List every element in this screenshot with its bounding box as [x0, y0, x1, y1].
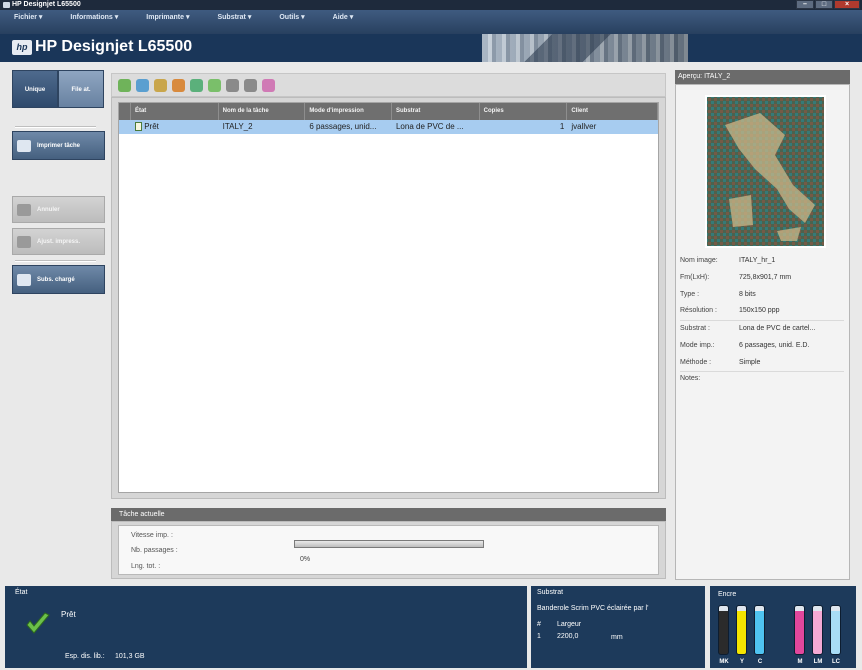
column-substrate[interactable]: Substrat [392, 103, 480, 120]
checkmark-icon [25, 611, 51, 637]
ink-label: C [757, 659, 763, 665]
ink-cartridge-mk [718, 605, 729, 655]
substrate-icon [17, 273, 31, 286]
job-table: État Nom de la tâche Mode d'impression S… [118, 102, 659, 493]
app-icon [3, 2, 10, 8]
settings-icon[interactable] [262, 78, 275, 92]
progress-bar [294, 540, 484, 548]
adjust-print-button[interactable]: Ajust. impress. [12, 228, 105, 255]
tab-unique[interactable]: Unique [12, 70, 58, 108]
ink-label: M [797, 659, 803, 665]
status-header: État [15, 589, 28, 596]
menu-informations[interactable]: Informations ▾ [70, 6, 118, 30]
users-icon[interactable] [172, 78, 185, 92]
menu-bar: Fichier ▾ Informations ▾ Imprimante ▾ Su… [0, 10, 862, 34]
column-state[interactable]: État [131, 103, 219, 120]
column-client[interactable]: Client [567, 103, 658, 120]
divider [15, 126, 96, 128]
table-row[interactable]: Prêt ITALY_2 6 passages, unid... Lona de… [119, 120, 658, 134]
free-space-value: 101,3 GB [115, 653, 145, 660]
hp-logo: hp [12, 40, 32, 55]
ink-panel: Encre MK Y C M LM LC [710, 586, 856, 668]
window-titlebar: HP Designjet L65500 – □ × [0, 0, 862, 10]
menu-imprimante[interactable]: Imprimante ▾ [146, 6, 189, 30]
close-button[interactable]: × [834, 0, 860, 9]
add-job-icon[interactable] [118, 78, 131, 92]
menu-outils[interactable]: Outils ▾ [279, 6, 304, 30]
free-space-label: Esp. dis. lib.: [65, 653, 105, 660]
preview-panel: Nom image: ITALY_hr_1 Fm(LxH): 725,8x901… [675, 84, 850, 580]
job-list-panel: État Nom de la tâche Mode d'impression S… [111, 97, 666, 499]
column-copies[interactable]: Copies [480, 103, 568, 120]
ink-label: MK [719, 659, 729, 665]
menu-substrat[interactable]: Substrat ▾ [217, 6, 251, 30]
passes-label: Nb. passages : [131, 547, 178, 554]
menu-fichier[interactable]: Fichier ▾ [14, 6, 42, 30]
substrate-name: Banderole Scrim PVC éclairée par l' [537, 605, 649, 612]
ink-cartridge-y [736, 605, 747, 655]
preview-header: Aperçu: ITALY_2 [675, 70, 850, 84]
ink-cartridge-c [754, 605, 765, 655]
paste-icon[interactable] [208, 78, 221, 92]
app-banner: hp HP Designjet L65500 [0, 34, 862, 62]
column-mode[interactable]: Mode d'impression [305, 103, 392, 120]
menu-aide[interactable]: Aide ▾ [333, 6, 354, 30]
ink-label: LC [832, 659, 840, 665]
progress-text: 0% [300, 556, 311, 563]
preview-image [705, 95, 826, 248]
ink-label: Y [739, 659, 744, 665]
down-arrow-icon[interactable] [244, 78, 257, 92]
up-arrow-icon[interactable] [226, 78, 239, 92]
cancel-icon [17, 203, 31, 216]
speed-label: Vitesse imp. : [131, 532, 173, 539]
tab-queue[interactable]: File at. [58, 70, 104, 108]
printer-icon [17, 139, 31, 152]
ink-cartridge-lc [830, 605, 841, 655]
banner-title: HP Designjet L65500 [35, 38, 193, 55]
adjust-icon [17, 235, 31, 248]
length-label: Lng. tot. : [131, 563, 161, 570]
printer-status-panel: État Prêt Esp. dis. lib.: 101,3 GB [5, 586, 527, 668]
substrate-header: Substrat [537, 589, 564, 596]
file-icon [134, 121, 142, 131]
maximize-button[interactable]: □ [815, 0, 833, 9]
status-state: Prêt [61, 610, 76, 619]
job-toolbar [111, 73, 666, 97]
ink-cartridge-m [794, 605, 805, 655]
minimize-button[interactable]: – [796, 0, 814, 9]
current-job-header: Tâche actuelle [111, 508, 666, 521]
cancel-button[interactable]: Annuler [12, 196, 105, 223]
ink-cartridge-lm [812, 605, 823, 655]
table-header: État Nom de la tâche Mode d'impression S… [119, 103, 658, 120]
column-name[interactable]: Nom de la tâche [219, 103, 306, 120]
current-job-panel: Vitesse imp. : Nb. passages : Lng. tot. … [111, 521, 666, 579]
copy-icon[interactable] [190, 78, 203, 92]
divider [15, 260, 96, 262]
print-job-button[interactable]: Imprimer tâche [12, 131, 105, 160]
add-folder-icon[interactable] [136, 78, 149, 92]
ink-label: LM [813, 659, 823, 665]
substrate-loaded-button[interactable]: Subs. chargé [12, 265, 105, 294]
substrate-panel: Substrat Banderole Scrim PVC éclairée pa… [531, 586, 705, 668]
ink-header: Encre [718, 591, 737, 598]
edit-icon[interactable] [154, 78, 167, 92]
